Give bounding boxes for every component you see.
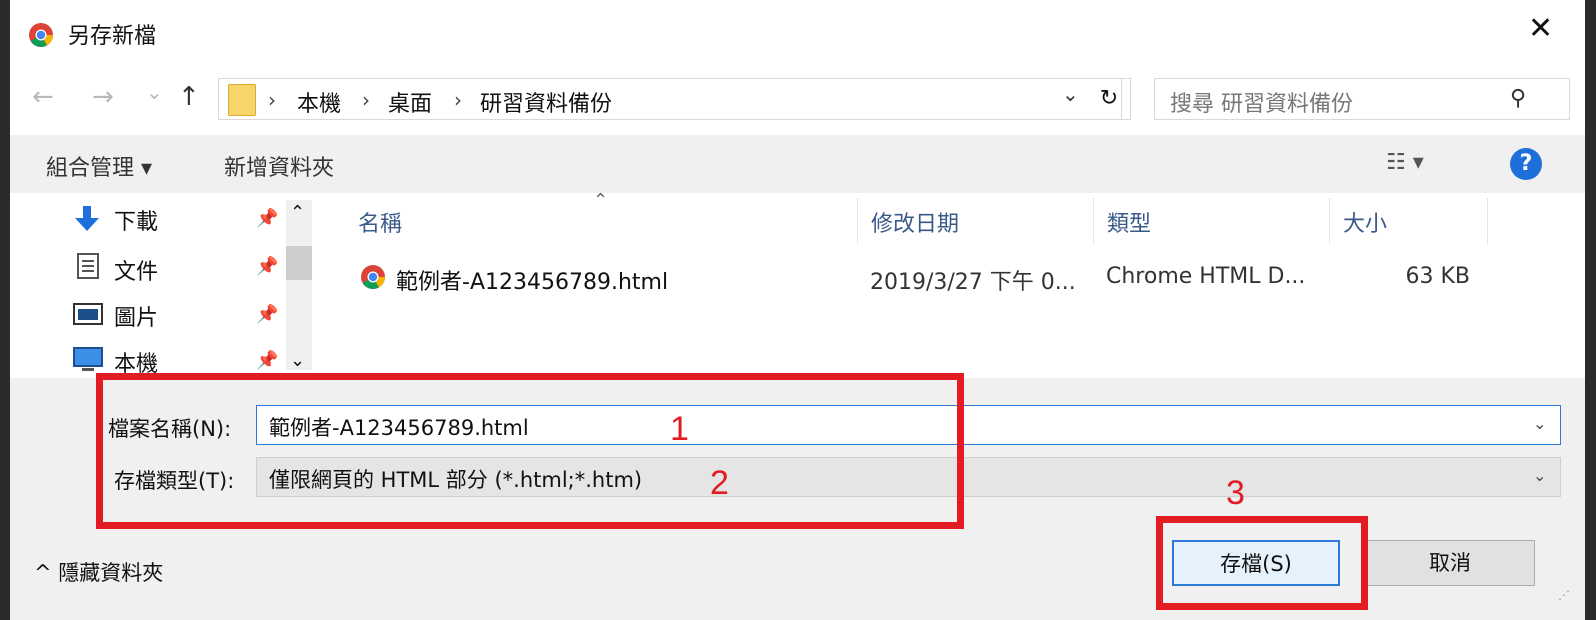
file-type: Chrome HTML D... bbox=[1106, 264, 1306, 289]
filetype-dropdown-icon[interactable]: ⌄ bbox=[1533, 466, 1546, 485]
column-divider[interactable] bbox=[1487, 198, 1488, 244]
nav-scrollbar-thumb[interactable] bbox=[286, 246, 312, 280]
annotation-number-2: 2 bbox=[710, 464, 729, 502]
document-icon bbox=[77, 253, 99, 279]
sort-ascending-icon: ⌃ bbox=[593, 190, 609, 211]
resize-grip-icon[interactable]: ⋰ bbox=[1558, 588, 1578, 608]
column-header-modified[interactable]: 修改日期 bbox=[871, 206, 959, 238]
view-options-icon[interactable]: ☷ ▾ bbox=[1386, 150, 1424, 175]
file-name[interactable]: 範例者-A123456789.html bbox=[396, 264, 668, 296]
breadcrumb-separator: › bbox=[268, 88, 276, 112]
nav-item-downloads[interactable]: 下載 bbox=[114, 204, 158, 236]
back-arrow-icon[interactable]: ← bbox=[32, 82, 54, 112]
column-header-name[interactable]: 名稱 bbox=[358, 206, 402, 238]
address-dropdown-icon[interactable]: ⌄ bbox=[1062, 82, 1079, 106]
pin-icon[interactable]: 📌 bbox=[256, 304, 278, 325]
pin-icon[interactable]: 📌 bbox=[256, 256, 278, 277]
organize-menu[interactable]: 組合管理 ▾ bbox=[46, 150, 152, 182]
up-arrow-icon[interactable]: ↑ bbox=[178, 82, 200, 112]
pictures-icon bbox=[73, 303, 103, 325]
column-divider[interactable] bbox=[1093, 198, 1094, 244]
column-divider[interactable] bbox=[1329, 198, 1330, 244]
pin-icon[interactable]: 📌 bbox=[256, 350, 278, 371]
forward-arrow-icon[interactable]: → bbox=[92, 82, 114, 112]
column-header-size[interactable]: 大小 bbox=[1343, 206, 1387, 238]
title-bar bbox=[10, 0, 1585, 70]
scroll-down-icon[interactable]: ⌄ bbox=[290, 350, 305, 371]
search-placeholder[interactable]: 搜尋 研習資料備份 bbox=[1170, 86, 1353, 118]
scroll-up-icon[interactable]: ⌃ bbox=[290, 202, 305, 223]
close-icon[interactable]: ✕ bbox=[1528, 14, 1553, 44]
column-header-type[interactable]: 類型 bbox=[1107, 206, 1151, 238]
hide-folders-toggle[interactable]: ^ 隱藏資料夾 bbox=[34, 557, 163, 587]
folder-icon bbox=[228, 84, 256, 116]
file-modified: 2019/3/27 下午 0... bbox=[870, 270, 1076, 295]
cancel-button[interactable]: 取消 bbox=[1365, 540, 1535, 586]
breadcrumb-separator: › bbox=[362, 88, 370, 112]
annotation-box-1-2 bbox=[96, 373, 964, 529]
column-divider[interactable] bbox=[857, 198, 858, 244]
recent-locations-icon[interactable]: ⌄ bbox=[146, 80, 163, 104]
annotation-box-3 bbox=[1156, 516, 1368, 610]
breadcrumb-separator: › bbox=[454, 88, 462, 112]
nav-scrollbar[interactable] bbox=[286, 200, 312, 370]
filename-dropdown-icon[interactable]: ⌄ bbox=[1533, 414, 1546, 433]
pin-icon[interactable]: 📌 bbox=[256, 208, 278, 229]
address-bar[interactable] bbox=[218, 78, 1122, 120]
help-icon[interactable]: ? bbox=[1510, 148, 1542, 180]
refresh-icon[interactable]: ↻ bbox=[1088, 78, 1131, 120]
annotation-number-3: 3 bbox=[1226, 474, 1245, 512]
breadcrumb-desktop[interactable]: 桌面 bbox=[388, 86, 432, 118]
annotation-number-1: 1 bbox=[670, 410, 689, 448]
nav-item-pictures[interactable]: 圖片 bbox=[114, 300, 158, 332]
search-icon[interactable]: ⚲ bbox=[1510, 86, 1526, 111]
computer-icon bbox=[73, 347, 103, 371]
breadcrumb-current-folder[interactable]: 研習資料備份 bbox=[480, 86, 612, 118]
download-icon bbox=[75, 206, 99, 231]
window-title: 另存新檔 bbox=[68, 24, 157, 49]
file-size: 63 KB bbox=[1405, 264, 1470, 289]
save-as-dialog: 另存新檔 ✕ ← → ⌄ ↑ › 本機 › 桌面 › 研習資料備份 ⌄ ↻ 搜尋… bbox=[10, 0, 1585, 620]
nav-item-documents[interactable]: 文件 bbox=[114, 254, 158, 286]
chrome-icon bbox=[29, 23, 53, 48]
chrome-file-icon bbox=[361, 265, 385, 290]
breadcrumb-this-pc[interactable]: 本機 bbox=[297, 86, 341, 118]
new-folder-button[interactable]: 新增資料夾 bbox=[224, 150, 334, 182]
